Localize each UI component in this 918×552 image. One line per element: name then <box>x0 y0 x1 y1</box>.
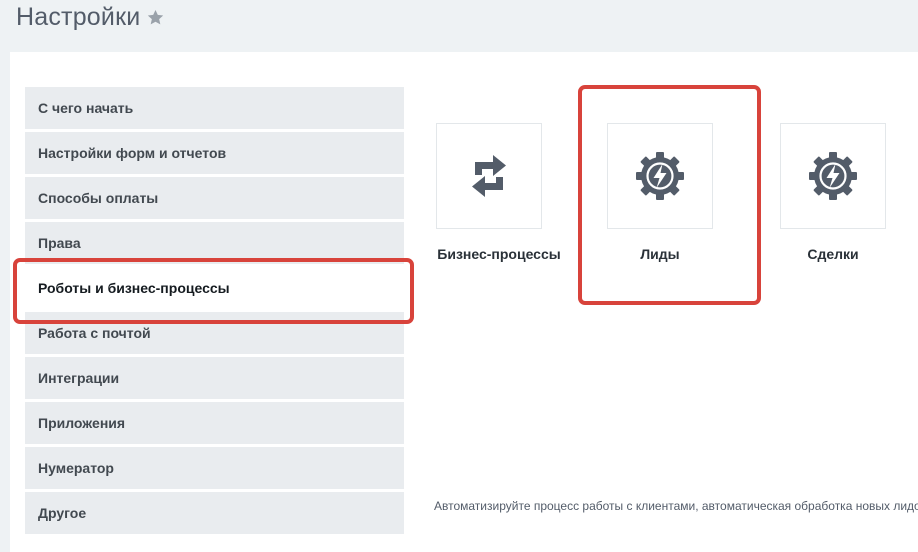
sidebar-item-getting-started[interactable]: С чего начать <box>25 87 404 129</box>
section-description: Автоматизируйте процесс работы с клиента… <box>434 499 918 513</box>
sidebar-item-label: Способы оплаты <box>38 190 159 206</box>
tile-label: Лиды <box>640 246 680 262</box>
sidebar-item-mail[interactable]: Работа с почтой <box>25 312 404 354</box>
settings-sidebar: С чего начать Настройки форм и отчетов С… <box>25 87 404 537</box>
sidebar-item-permissions[interactable]: Права <box>25 222 404 264</box>
tile-icon-box <box>607 123 713 229</box>
sidebar-item-label: Настройки форм и отчетов <box>38 145 227 161</box>
robot-gear-icon <box>636 152 684 200</box>
sidebar-item-robots-bp[interactable]: Роботы и бизнес-процессы <box>25 267 404 309</box>
tile-label: Сделки <box>807 246 859 262</box>
refresh-icon <box>472 155 506 197</box>
robot-gear-icon <box>809 152 857 200</box>
sidebar-item-applications[interactable]: Приложения <box>25 402 404 444</box>
tile-leads[interactable]: Лиды <box>607 123 713 273</box>
page-header: Настройки <box>16 0 165 34</box>
page-title: Настройки <box>16 2 141 31</box>
tile-icon-box <box>780 123 886 229</box>
sidebar-item-forms-reports[interactable]: Настройки форм и отчетов <box>25 132 404 174</box>
tile-icon-box <box>436 123 542 229</box>
tile-business-processes[interactable]: Бизнес-процессы <box>427 123 571 273</box>
sidebar-item-label: Приложения <box>38 415 126 431</box>
star-icon[interactable] <box>146 8 165 27</box>
sidebar-item-label: Другое <box>38 505 87 521</box>
sidebar-item-label: Интеграции <box>38 370 120 386</box>
sidebar-item-label: Нумератор <box>38 460 114 476</box>
tile-deals[interactable]: Сделки <box>780 123 886 273</box>
sidebar-item-label: Права <box>38 235 81 251</box>
sidebar-item-label: С чего начать <box>38 100 134 116</box>
sidebar-item-integrations[interactable]: Интеграции <box>25 357 404 399</box>
sidebar-item-label: Роботы и бизнес-процессы <box>38 280 230 296</box>
tile-label: Бизнес-процессы <box>437 246 561 262</box>
sidebar-item-label: Работа с почтой <box>38 325 151 341</box>
sidebar-item-other[interactable]: Другое <box>25 492 404 534</box>
content-panel: С чего начать Настройки форм и отчетов С… <box>10 52 918 552</box>
sidebar-item-payment-methods[interactable]: Способы оплаты <box>25 177 404 219</box>
sidebar-item-numerator[interactable]: Нумератор <box>25 447 404 489</box>
